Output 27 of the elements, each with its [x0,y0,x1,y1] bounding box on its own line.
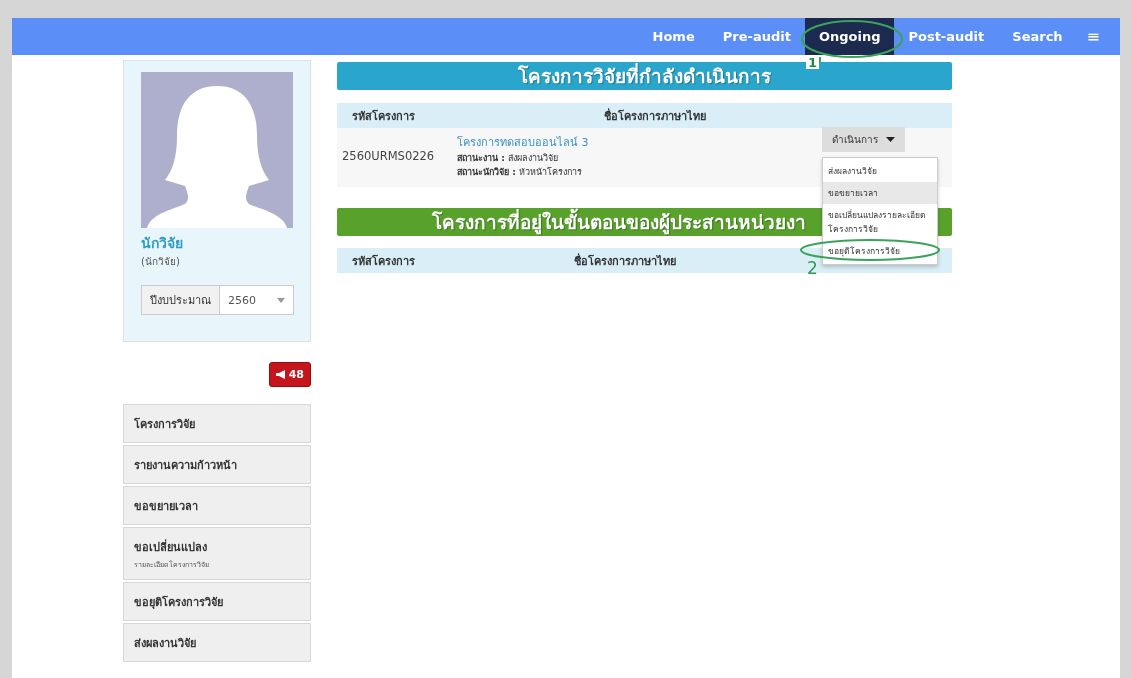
caret-icon [886,137,895,142]
budget-year-select[interactable]: ปีงบประมาณ 2560 [141,285,294,315]
dropdown-item[interactable]: ขอเปลี่ยนแปลงรายละเอียดโครงการวิจัย [828,208,932,236]
action-dropdown-button[interactable]: ดำเนินการ [822,127,905,152]
side-menu-item[interactable]: โครงการวิจัย [123,404,311,443]
researcher-status: สถานะนักวิจัย : หัวหน้าโครงการ [457,166,583,179]
column-header: รหัสโครงการ [351,253,416,270]
job-status: สถานะงาน : ส่งผลงานวิจัย [457,152,559,165]
side-menu-item[interactable]: ส่งผลงานวิจัย [123,623,311,662]
side-menu-item[interactable]: รายงานความก้าวหน้า [123,445,311,484]
column-header: ชื่อโครงการภาษาไทย [572,252,677,270]
user-role: (นักวิจัย) [141,255,181,269]
side-menu-item[interactable]: ขอขยายเวลา [123,486,311,525]
annotation-number: 1 [806,56,820,69]
notification-badge[interactable]: 48 [268,362,311,387]
annotation-line [818,57,822,63]
project-code: 2560URMS0226 [341,149,436,163]
dropdown-item[interactable]: ส่งผลงานวิจัย [828,164,932,178]
annotation-number: 2 [807,260,818,277]
column-header: ชื่อโครงการภาษาไทย [602,107,707,125]
caret-icon [277,297,285,303]
nav-tab[interactable]: Ongoing [804,18,895,55]
user-name: นักวิจัย [141,234,184,253]
side-menu-item[interactable]: ขอยุติโครงการวิจัย [123,582,311,621]
column-header: รหัสโครงการ [351,108,416,125]
megaphone-icon [275,370,286,379]
budget-year-label: ปีงบประมาณ [142,286,220,314]
